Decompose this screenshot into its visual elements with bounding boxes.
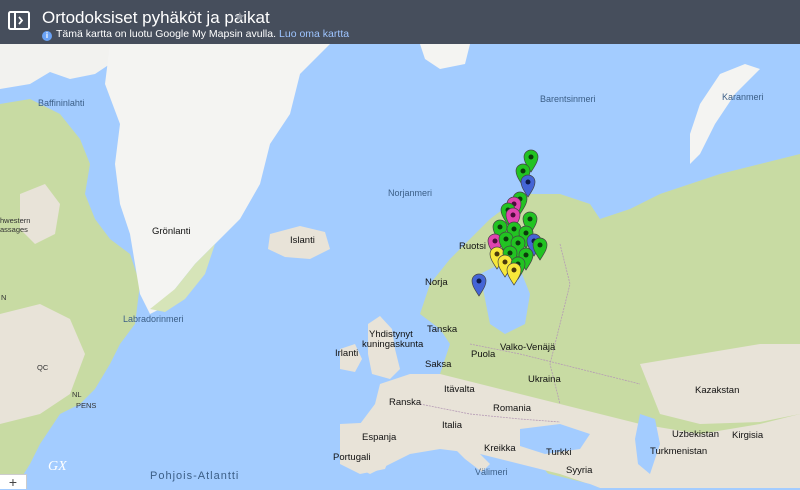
info-icon: i	[42, 31, 52, 41]
create-map-link[interactable]: Luo oma kartta	[279, 28, 349, 40]
map-signature: GX	[48, 459, 67, 474]
subtitle-text: Tämä kartta on luotu Google My Mapsin av…	[56, 28, 277, 40]
pin-yellow[interactable]	[506, 262, 522, 286]
pin-blue[interactable]	[471, 273, 487, 297]
map-header: Ortodoksiset pyhäköt ja paikat ★ i Tämä k…	[0, 0, 800, 44]
pins-layer	[471, 149, 548, 297]
map-subtitle: i Tämä kartta on luotu Google My Mapsin a…	[42, 28, 349, 41]
zoom-in-button[interactable]: +	[0, 474, 27, 489]
pin-green[interactable]	[532, 237, 548, 261]
toggle-sidebar-button[interactable]	[6, 8, 32, 34]
map-canvas[interactable]: Baffininlahti Grönlanti Norjanmeri Baren…	[0, 44, 800, 488]
panel-toggle-icon	[8, 11, 30, 30]
star-icon[interactable]: ★	[234, 9, 246, 25]
